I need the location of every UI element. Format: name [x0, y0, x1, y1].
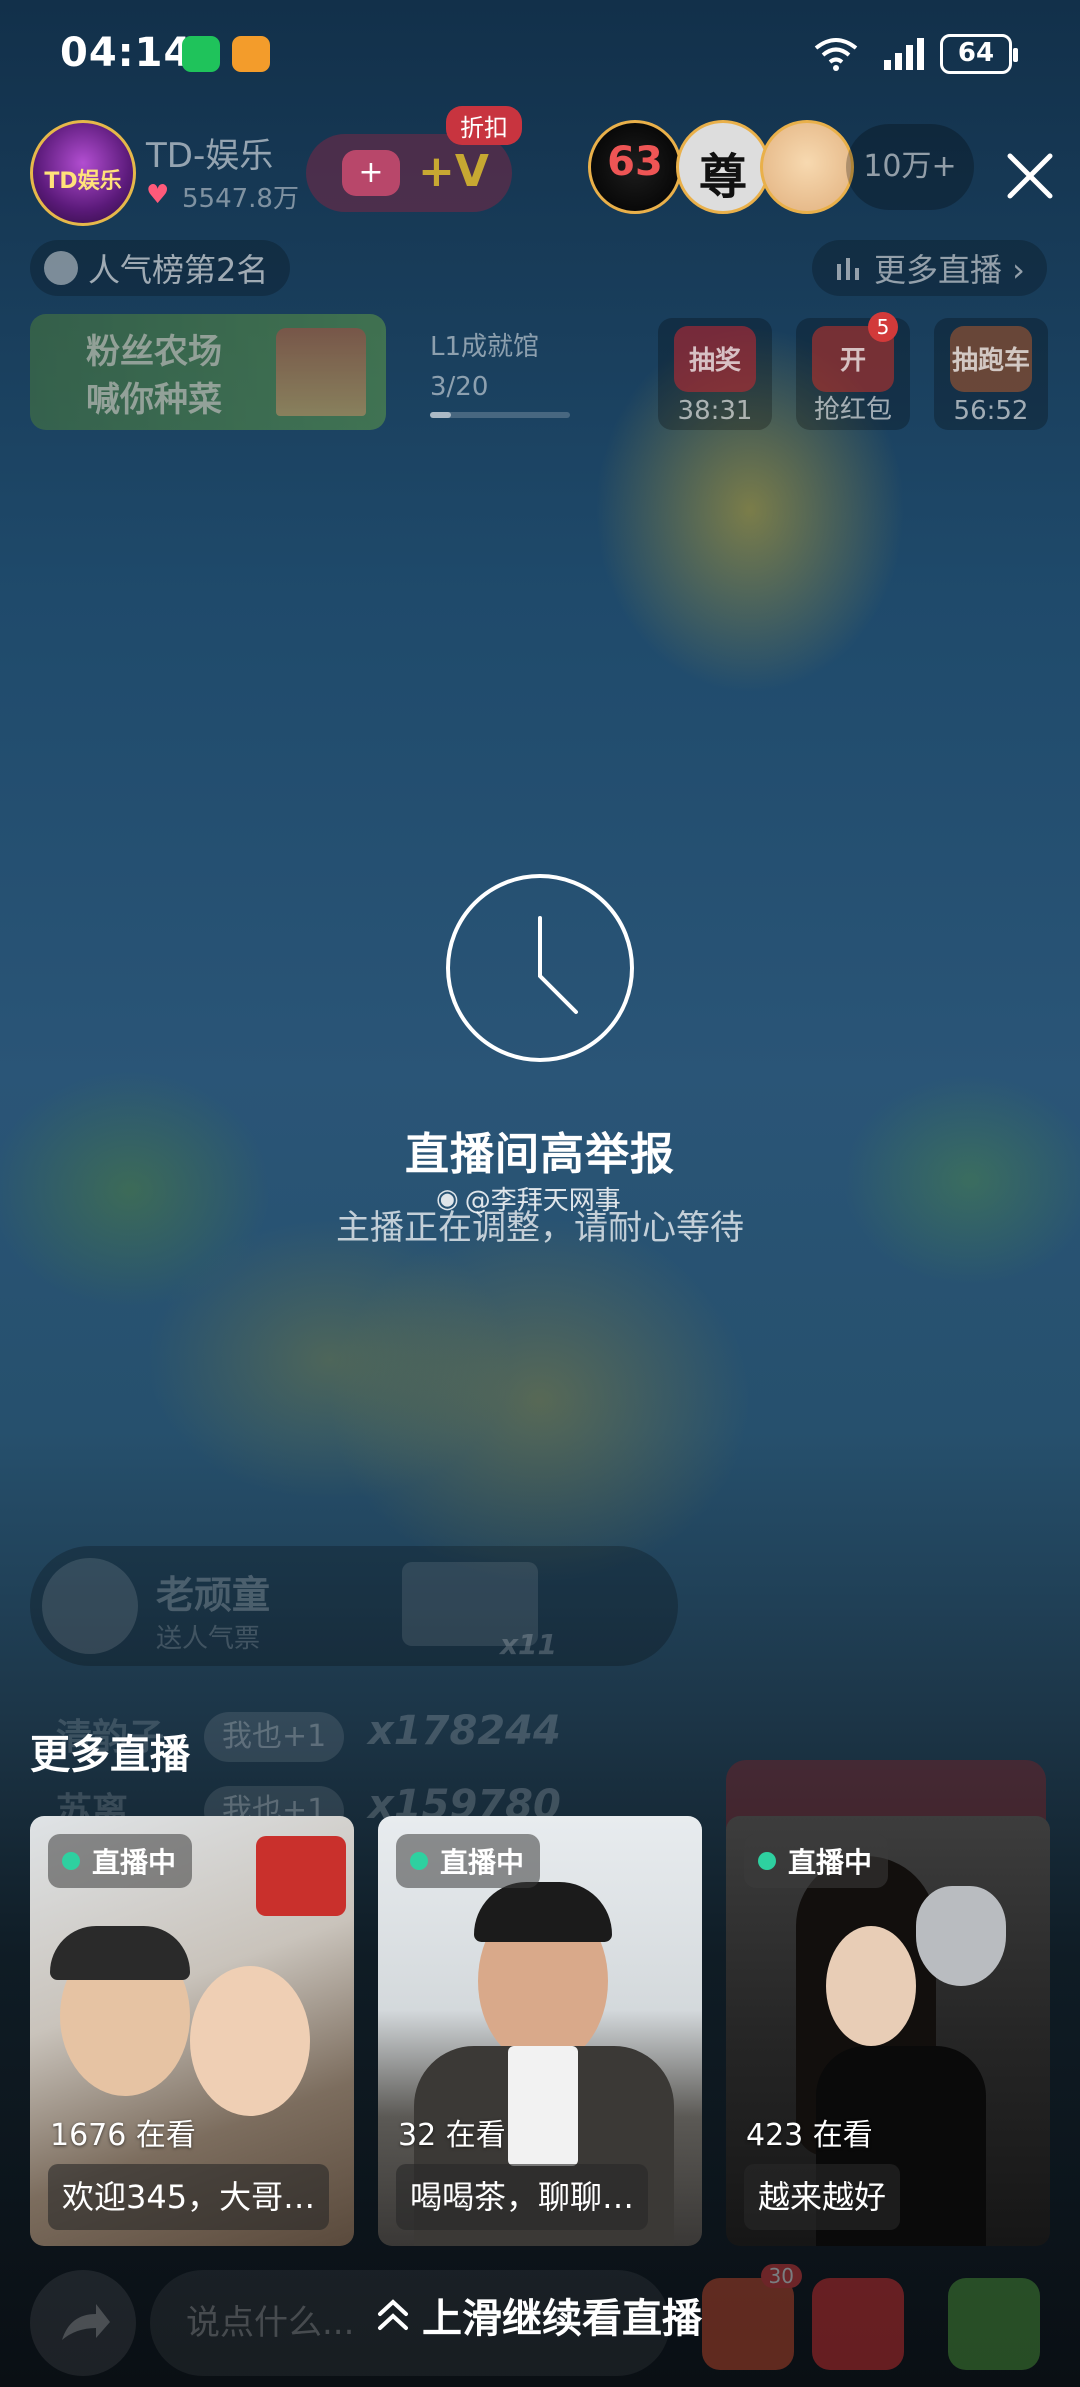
streamer-hair [474, 1882, 612, 1942]
battery-indicator: 64 [940, 34, 1018, 74]
farm-line-2: 喊你种菜 [86, 380, 222, 420]
host-name[interactable]: TD-娱乐 [146, 128, 273, 177]
heart-icon: ♥ [146, 180, 170, 210]
sports-car-title: 抽跑车 [951, 346, 1030, 376]
status-time: 04:14 [60, 30, 193, 76]
achievement-title[interactable]: L1成就馆 [430, 326, 539, 363]
swipe-up-hint[interactable]: 上滑继续看直播 [374, 2286, 702, 2344]
gift-bag-icon: + [342, 150, 400, 196]
top-viewer-avatar-label: 尊 [698, 149, 747, 205]
game-controller-icon [232, 36, 270, 72]
chat-user-avatar [42, 1558, 138, 1654]
weibo-icon: ◉ [436, 1183, 459, 1214]
combo-plus-one-button[interactable]: 我也+1 [204, 1712, 345, 1762]
viewer-count-button[interactable]: 10万+ [846, 124, 974, 210]
watermark-text: @李拜天网事 [464, 1186, 621, 1216]
decoration-red [256, 1836, 346, 1916]
share-button[interactable] [30, 2270, 136, 2376]
live-card[interactable]: 直播中 423 在看 越来越好 [726, 1816, 1050, 2246]
host-avatar-label: TD娱乐 [44, 169, 122, 194]
achievement-progress-bar [430, 412, 570, 418]
live-dot-icon [62, 1852, 80, 1870]
streamer-face [190, 1966, 310, 2116]
fan-farm-banner[interactable]: 粉丝农场 喊你种菜 [30, 314, 386, 430]
weibo-watermark: ◉ @李拜天网事 [436, 1180, 621, 1217]
achievement-progress: 3/20 [430, 372, 489, 402]
double-chevron-up-icon [378, 2299, 408, 2330]
farm-icon[interactable] [948, 2278, 1040, 2370]
streamer-shirt [508, 2046, 578, 2166]
live-card[interactable]: 直播中 1676 在看 欢迎345，大哥… [30, 1816, 354, 2246]
live-card[interactable]: 直播中 32 在看 喝喝茶，聊聊… [378, 1816, 702, 2246]
streamer-face [826, 1926, 916, 2046]
sports-car-icon: 抽跑车 [950, 326, 1032, 392]
card-caption: 喝喝茶，聊聊… [396, 2164, 649, 2230]
notice-title: 直播间高举报 [405, 1129, 675, 1180]
gift-message-pill: 老顽童 送人气票 x11 [30, 1546, 678, 1666]
live-status-label: 直播中 [440, 1846, 525, 1879]
card-caption: 欢迎345，大哥… [48, 2164, 330, 2230]
lottery-tile[interactable]: 抽奖 38:31 [658, 318, 772, 430]
red-packet-tile[interactable]: 开 5 抢红包 [796, 312, 910, 430]
top-viewer-avatar-label: 63 [607, 139, 663, 185]
combo-count: x178244 [368, 1708, 561, 1754]
top-viewer-avatar[interactable]: 尊 [676, 120, 770, 214]
more-live-title: 更多直播 [30, 1732, 190, 1778]
live-dot-icon [758, 1852, 776, 1870]
present-icon[interactable] [812, 2278, 904, 2370]
live-status-badge: 直播中 [48, 1834, 193, 1888]
card-viewer-count: 423 在看 [746, 2118, 873, 2153]
card-viewer-count: 1676 在看 [50, 2118, 196, 2153]
popularity-rank-button[interactable]: 人气榜第2名 [30, 240, 291, 296]
chat-user-name: 老顽童 [156, 1573, 271, 1617]
lottery-countdown: 38:31 [677, 396, 753, 426]
rank-icon [44, 251, 78, 285]
top-viewer-avatar[interactable]: 63 [588, 120, 682, 214]
red-packet-title: 开 [839, 346, 866, 376]
card-caption: 越来越好 [744, 2164, 901, 2230]
lottery-icon: 抽奖 [674, 326, 756, 392]
close-icon[interactable] [1000, 146, 1060, 206]
live-status-badge: 直播中 [744, 1834, 889, 1888]
more-live-button[interactable]: 更多直播 › [812, 240, 1047, 296]
gift-box-button[interactable]: 30 [702, 2264, 802, 2370]
host-avatar[interactable]: TD娱乐 [30, 120, 136, 226]
lottery-title: 抽奖 [688, 346, 741, 376]
streamer-hair [50, 1926, 190, 1980]
host-likes-count: 5547.8万 [182, 184, 299, 214]
popularity-rank-label: 人气榜第2名 [88, 251, 269, 289]
discount-badge: 折扣 [446, 106, 522, 145]
red-packet-badge: 5 [868, 312, 898, 342]
wechat-icon [182, 36, 220, 72]
wifi-icon [814, 38, 858, 71]
fan-club-label: +V [418, 146, 489, 197]
farm-line-1: 粉丝农场 [86, 332, 222, 372]
share-arrow-icon [62, 2304, 110, 2340]
farm-house-icon [276, 328, 366, 416]
chat-user-action: 送人气票 [156, 1624, 261, 1654]
clock-icon [446, 874, 634, 1062]
live-status-label: 直播中 [92, 1846, 177, 1879]
mask-prop [916, 1886, 1006, 1986]
top-viewer-avatar[interactable] [760, 120, 854, 214]
card-viewer-count: 32 在看 [398, 2118, 506, 2153]
fan-club-join-button[interactable]: + +V [306, 134, 512, 212]
more-live-label: 更多直播 › [874, 251, 1025, 289]
gift-count: x11 [500, 1628, 558, 1661]
live-dot-icon [410, 1852, 428, 1870]
red-packet-label: 抢红包 [813, 395, 892, 425]
sports-car-countdown: 56:52 [953, 396, 1029, 426]
live-status-label: 直播中 [788, 1846, 873, 1879]
bar-chart-icon [837, 258, 859, 280]
live-status-badge: 直播中 [396, 1834, 541, 1888]
achievement-progress-fill [430, 412, 451, 418]
swipe-hint-label: 上滑继续看直播 [422, 2296, 702, 2342]
sports-car-lottery-tile[interactable]: 抽跑车 56:52 [934, 318, 1048, 430]
cellular-signal-icon [884, 38, 924, 70]
gift-badge: 30 [760, 2264, 802, 2288]
